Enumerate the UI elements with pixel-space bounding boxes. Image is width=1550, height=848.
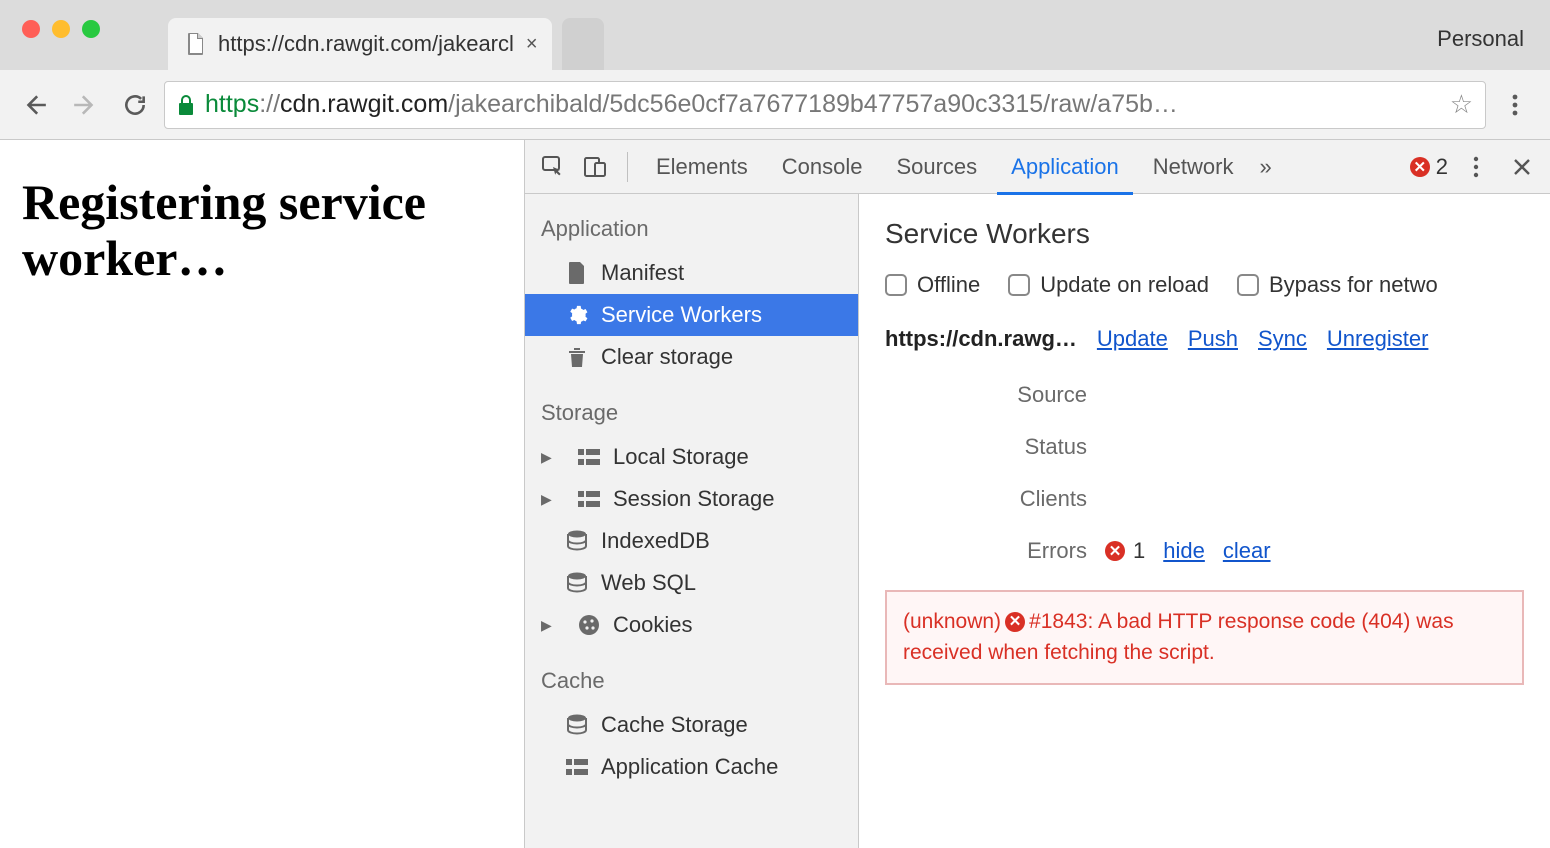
sidebar-item-manifest[interactable]: Manifest xyxy=(525,252,858,294)
origin-row: https://cdn.rawg… Update Push Sync Unreg… xyxy=(885,326,1524,352)
error-count-badge[interactable]: ✕ 2 xyxy=(1410,154,1448,180)
page-viewport: Registering service worker… xyxy=(0,140,524,848)
browser-menu-button[interactable] xyxy=(1494,84,1536,126)
maximize-window-button[interactable] xyxy=(82,20,100,38)
cookie-icon xyxy=(577,613,601,637)
devtools-panel: Elements Console Sources Application Net… xyxy=(524,140,1550,848)
unregister-link[interactable]: Unregister xyxy=(1327,326,1428,352)
sidebar-heading-application: Application xyxy=(525,194,858,252)
traffic-lights xyxy=(0,0,100,38)
devtools-overflow-button[interactable]: » xyxy=(1253,140,1277,194)
errors-row: Errors ✕ 1 hide clear xyxy=(885,538,1524,564)
tab-close-button[interactable]: × xyxy=(526,33,538,56)
source-row: Source xyxy=(885,382,1524,408)
devtools-tab-console[interactable]: Console xyxy=(768,140,877,194)
sidebar-item-websql[interactable]: Web SQL xyxy=(525,562,858,604)
error-message-box: (unknown)✕#1843: A bad HTTP response cod… xyxy=(885,590,1524,685)
forward-button[interactable] xyxy=(64,84,106,126)
devtools-body: Application Manifest Service Workers Cle… xyxy=(525,194,1550,848)
file-icon xyxy=(565,261,589,285)
push-link[interactable]: Push xyxy=(1188,326,1238,352)
service-workers-panel: Service Workers Offline Update on reload… xyxy=(859,194,1550,848)
content-area: Registering service worker… Elements Con… xyxy=(0,140,1550,848)
sidebar-item-local-storage[interactable]: ▶ Local Storage xyxy=(525,436,858,478)
database-icon xyxy=(565,571,589,595)
sidebar-item-cache-storage[interactable]: Cache Storage xyxy=(525,704,858,746)
error-icon: ✕ xyxy=(1005,612,1025,632)
inspect-element-button[interactable] xyxy=(535,149,571,185)
devtools-menu-button[interactable] xyxy=(1458,149,1494,185)
sidebar-item-clear-storage[interactable]: Clear storage xyxy=(525,336,858,378)
devtools-tab-application[interactable]: Application xyxy=(997,140,1133,194)
devtools-tab-elements[interactable]: Elements xyxy=(642,140,762,194)
devtools-tabbar: Elements Console Sources Application Net… xyxy=(525,140,1550,194)
window-titlebar: https://cdn.rawgit.com/jakearcl × Person… xyxy=(0,0,1550,70)
url-text: https://cdn.rawgit.com/jakearchibald/5dc… xyxy=(205,90,1178,119)
back-button[interactable] xyxy=(14,84,56,126)
grid-icon xyxy=(577,487,601,511)
close-window-button[interactable] xyxy=(22,20,40,38)
hide-errors-link[interactable]: hide xyxy=(1163,538,1205,564)
error-icon: ✕ xyxy=(1105,541,1125,561)
background-tab[interactable] xyxy=(562,18,604,70)
minimize-window-button[interactable] xyxy=(52,20,70,38)
profile-label[interactable]: Personal xyxy=(1437,26,1524,52)
sidebar-heading-cache: Cache xyxy=(525,646,858,704)
sync-link[interactable]: Sync xyxy=(1258,326,1307,352)
bypass-network-checkbox[interactable]: Bypass for netwo xyxy=(1237,272,1438,298)
expand-icon: ▶ xyxy=(541,617,555,634)
sidebar-item-indexeddb[interactable]: IndexedDB xyxy=(525,520,858,562)
clear-errors-link[interactable]: clear xyxy=(1223,538,1271,564)
expand-icon: ▶ xyxy=(541,491,555,508)
device-toolbar-button[interactable] xyxy=(577,149,613,185)
reload-button[interactable] xyxy=(114,84,156,126)
sidebar-heading-storage: Storage xyxy=(525,378,858,436)
devtools-close-button[interactable] xyxy=(1504,149,1540,185)
lock-icon xyxy=(177,94,195,116)
page-heading: Registering service worker… xyxy=(22,174,502,286)
database-icon xyxy=(565,529,589,553)
browser-tab[interactable]: https://cdn.rawgit.com/jakearcl × xyxy=(168,18,552,70)
grid-icon xyxy=(577,445,601,469)
error-icon: ✕ xyxy=(1410,157,1430,177)
file-icon xyxy=(186,32,206,56)
database-icon xyxy=(565,713,589,737)
separator xyxy=(627,152,628,182)
origin-label: https://cdn.rawg… xyxy=(885,326,1077,352)
bookmark-star-icon[interactable]: ☆ xyxy=(1450,89,1473,120)
panel-options-row: Offline Update on reload Bypass for netw… xyxy=(885,272,1524,298)
devtools-tab-sources[interactable]: Sources xyxy=(882,140,991,194)
update-on-reload-checkbox[interactable]: Update on reload xyxy=(1008,272,1209,298)
devtools-tab-network[interactable]: Network xyxy=(1139,140,1248,194)
toolbar: https://cdn.rawgit.com/jakearchibald/5dc… xyxy=(0,70,1550,140)
trash-icon xyxy=(565,345,589,369)
sidebar-item-application-cache[interactable]: Application Cache xyxy=(525,746,858,788)
expand-icon: ▶ xyxy=(541,449,555,466)
sidebar-item-service-workers[interactable]: Service Workers xyxy=(525,294,858,336)
application-sidebar: Application Manifest Service Workers Cle… xyxy=(525,194,859,848)
sidebar-item-cookies[interactable]: ▶ Cookies xyxy=(525,604,858,646)
offline-checkbox[interactable]: Offline xyxy=(885,272,980,298)
clients-row: Clients xyxy=(885,486,1524,512)
status-row: Status xyxy=(885,434,1524,460)
sidebar-item-session-storage[interactable]: ▶ Session Storage xyxy=(525,478,858,520)
address-bar[interactable]: https://cdn.rawgit.com/jakearchibald/5dc… xyxy=(164,81,1486,129)
gear-icon xyxy=(565,303,589,327)
tab-title: https://cdn.rawgit.com/jakearcl xyxy=(218,31,514,57)
panel-title: Service Workers xyxy=(885,218,1524,250)
update-link[interactable]: Update xyxy=(1097,326,1168,352)
tab-strip: https://cdn.rawgit.com/jakearcl × xyxy=(168,14,604,70)
grid-icon xyxy=(565,755,589,779)
